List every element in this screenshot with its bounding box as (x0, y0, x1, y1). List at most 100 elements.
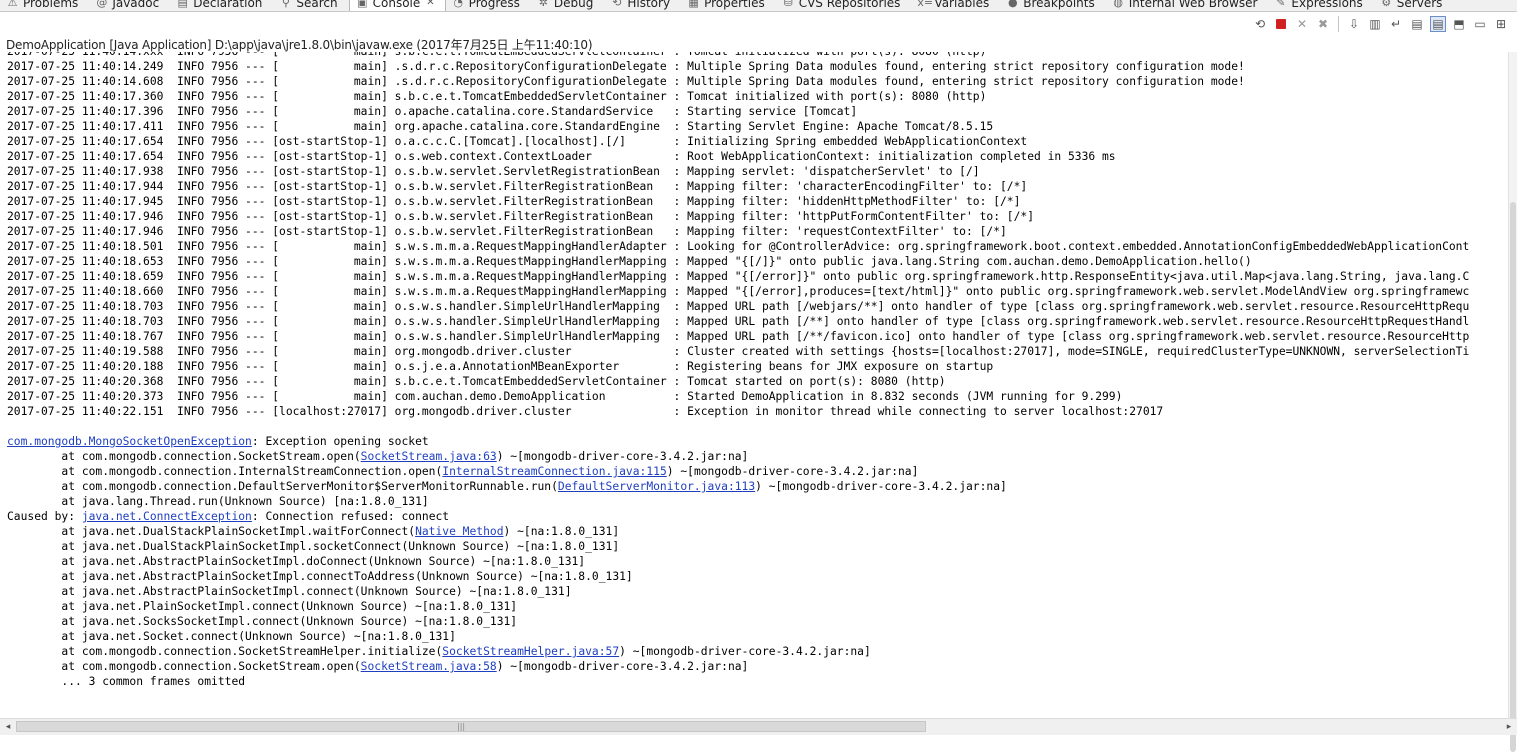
console-line: 2017-07-25 11:40:14.608 INFO 7956 --- [ … (7, 75, 1245, 88)
console-line: 2017-07-25 11:40:17.411 INFO 7956 --- [ … (7, 120, 994, 133)
console-line: 2017-07-25 11:40:17.360 INFO 7956 --- [ … (7, 90, 987, 103)
stacktrace-link[interactable]: SocketStream.java:63 (361, 450, 497, 463)
console-text: ) ~[mongodb-driver-core-3.4.2.jar:na] (619, 645, 871, 658)
console-line: at java.net.AbstractPlainSocketImpl.doCo… (7, 555, 586, 568)
terminate-icon[interactable] (1273, 16, 1289, 32)
tab-label: Internal Web Browser (1128, 0, 1258, 10)
tab-label: Search (296, 0, 338, 10)
tab-breakpoints[interactable]: ● Breakpoints (1000, 0, 1105, 11)
servers-icon: ⚙ (1381, 0, 1392, 9)
tab-expressions[interactable]: ✎ Expressions (1268, 0, 1373, 11)
scroll-left-arrow-icon[interactable]: ◂ (1, 720, 15, 734)
scroll-right-arrow-icon[interactable]: ▸ (1502, 720, 1516, 734)
console-line: 2017-07-25 11:40:14.249 INFO 7956 --- [ … (7, 60, 1245, 73)
word-wrap-icon[interactable]: ↵ (1388, 16, 1404, 32)
console-line: 2017-07-25 11:40:20.188 INFO 7956 --- [ … (7, 360, 994, 373)
console-icon: ▣ (356, 0, 368, 9)
console-line: at java.net.DualStackPlainSocketImpl.soc… (7, 540, 620, 553)
tab-javadoc[interactable]: @ Javadoc (89, 0, 170, 11)
console-line: Caused by: java.net.ConnectException: Co… (7, 509, 1469, 524)
console-text: at com.mongodb.connection.SocketStream.o… (7, 450, 361, 463)
stacktrace-link[interactable]: DefaultServerMonitor.java:113 (558, 480, 755, 493)
horizontal-scroll-thumb[interactable]: ||| (16, 721, 926, 732)
console-line: at java.net.AbstractPlainSocketImpl.conn… (7, 585, 572, 598)
tab-debug[interactable]: ✲ Debug (531, 0, 604, 11)
declaration-icon: ▤ (177, 0, 188, 9)
tab-declaration[interactable]: ▤ Declaration (170, 0, 273, 11)
console-line: at java.net.PlainSocketImpl.connect(Unkn… (7, 600, 518, 613)
tab-console[interactable]: ▣ Console ✕ (348, 0, 446, 11)
stacktrace-link[interactable]: SocketStreamHelper.java:57 (442, 645, 619, 658)
tab-internal-web-browser[interactable]: ◍ Internal Web Browser (1106, 0, 1269, 11)
properties-icon: ▦ (688, 0, 699, 9)
tab-properties[interactable]: ▦ Properties (681, 0, 776, 11)
console-line: at com.mongodb.connection.InternalStream… (7, 464, 1469, 479)
tab-label: Javadoc (112, 0, 160, 10)
show-on-output-icon[interactable]: ▤ (1409, 16, 1425, 32)
tab-servers[interactable]: ⚙ Servers (1374, 0, 1454, 11)
stacktrace-link[interactable]: java.net.ConnectException (82, 510, 252, 523)
console-line: 2017-07-25 11:40:17.654 INFO 7956 --- [o… (7, 135, 1028, 148)
console-line: 2017-07-25 11:40:18.703 INFO 7956 --- [ … (7, 300, 1470, 313)
stacktrace-link[interactable]: SocketStream.java:58 (361, 660, 497, 673)
tab-history[interactable]: ⟲ History (604, 0, 681, 11)
toolbar-separator (1338, 16, 1339, 32)
tab-label: Servers (1396, 0, 1443, 10)
console-text: : Exception opening socket (251, 435, 429, 448)
console-line: 2017-07-25 11:40:17.654 INFO 7956 --- [o… (7, 150, 1116, 163)
pin-console-icon[interactable]: ⬒ (1451, 16, 1467, 32)
stacktrace-link[interactable]: InternalStreamConnection.java:115 (442, 465, 666, 478)
tab-cvs-repositories[interactable]: ⛁ CVS Repositories (776, 0, 912, 11)
search-icon: ⚲ (281, 0, 290, 9)
console-line: 2017-07-25 11:40:22.151 INFO 7956 --- [l… (7, 405, 1164, 418)
console-line: at com.mongodb.connection.SocketStream.o… (7, 449, 1469, 464)
problems-icon: ⚠ (7, 0, 18, 9)
stacktrace-link[interactable]: com.mongodb.MongoSocketOpenException (7, 435, 252, 448)
console-output[interactable]: 2017-07-25 11:40:14.xxx INFO 7956 --- [ … (0, 52, 1509, 718)
console-line: 2017-07-25 11:40:17.945 INFO 7956 --- [o… (7, 195, 1021, 208)
tab-progress[interactable]: ◔ Progress (446, 0, 531, 11)
console-text: : Connection refused: connect (251, 510, 450, 523)
open-console-icon[interactable]: ⊞ (1493, 16, 1509, 32)
tab-variables[interactable]: x= Variables (911, 0, 1000, 11)
horizontal-scrollbar[interactable]: ◂ ||| ▸ (0, 718, 1517, 735)
console-text: ) ~[mongodb-driver-core-3.4.2.jar:na] (755, 480, 1007, 493)
vertical-scroll-thumb[interactable] (1510, 202, 1516, 752)
console-line: at com.mongodb.connection.DefaultServerM… (7, 479, 1469, 494)
close-tab-icon[interactable]: ✕ (426, 0, 434, 8)
remove-all-terminated-icon[interactable]: ✕ (1294, 16, 1310, 32)
remove-all-terminated-multi-icon[interactable]: ✖ (1315, 16, 1331, 32)
console-line: 2017-07-25 11:40:20.368 INFO 7956 --- [ … (7, 375, 946, 388)
console-line: 2017-07-25 11:40:17.396 INFO 7956 --- [ … (7, 105, 858, 118)
scroll-grip-icon: ||| (457, 722, 466, 731)
console-line: 2017-07-25 11:40:17.946 INFO 7956 --- [o… (7, 210, 1034, 223)
console-text: ) ~[mongodb-driver-core-3.4.2.jar:na] (666, 465, 919, 478)
stop-square-icon (1276, 19, 1286, 29)
tab-label: Problems (23, 0, 79, 10)
console-line: 2017-07-25 11:40:19.588 INFO 7956 --- [ … (7, 345, 1470, 358)
console-line: 2017-07-25 11:40:17.944 INFO 7956 --- [o… (7, 180, 1028, 193)
console-line: at java.net.DualStackPlainSocketImpl.wai… (7, 524, 1469, 539)
console-line: 2017-07-25 11:40:18.703 INFO 7956 --- [ … (7, 315, 1470, 328)
clear-console-icon[interactable]: ▥ (1367, 16, 1383, 32)
cvs-repositories-icon: ⛁ (783, 0, 793, 9)
tab-label: Progress (468, 0, 520, 10)
console-line: 2017-07-25 11:40:18.660 INFO 7956 --- [ … (7, 285, 1470, 298)
vertical-scrollbar[interactable] (1508, 52, 1517, 752)
console-text: ) ~[mongodb-driver-core-3.4.2.jar:na] (496, 450, 749, 463)
stacktrace-link[interactable]: Native Method (415, 525, 503, 538)
console-text: at com.mongodb.connection.SocketStreamHe… (7, 645, 443, 658)
console-text: at java.net.DualStackPlainSocketImpl.wai… (7, 525, 416, 538)
console-line: com.mongodb.MongoSocketOpenException: Ex… (7, 434, 1469, 449)
javadoc-icon: @ (96, 0, 108, 9)
remove-launch-icon[interactable]: ⟲ (1252, 16, 1268, 32)
console-toolbar: ⟲ ✕ ✖ ⇩ ▥ ↵ ▤ ▤ ⬒ ▭ ⊞ (1252, 13, 1509, 35)
tab-problems[interactable]: ⚠ Problems (0, 0, 89, 11)
console-line: 2017-07-25 11:40:14.xxx INFO 7956 --- [ … (7, 52, 1469, 59)
console-line: 2017-07-25 11:40:18.653 INFO 7956 --- [ … (7, 255, 1252, 268)
scroll-lock-icon[interactable]: ⇩ (1346, 16, 1362, 32)
tab-search[interactable]: ⚲ Search (273, 0, 348, 11)
display-selected-console-icon[interactable]: ▭ (1472, 16, 1488, 32)
show-on-error-icon[interactable]: ▤ (1430, 16, 1446, 32)
tab-label: Properties (704, 0, 765, 10)
